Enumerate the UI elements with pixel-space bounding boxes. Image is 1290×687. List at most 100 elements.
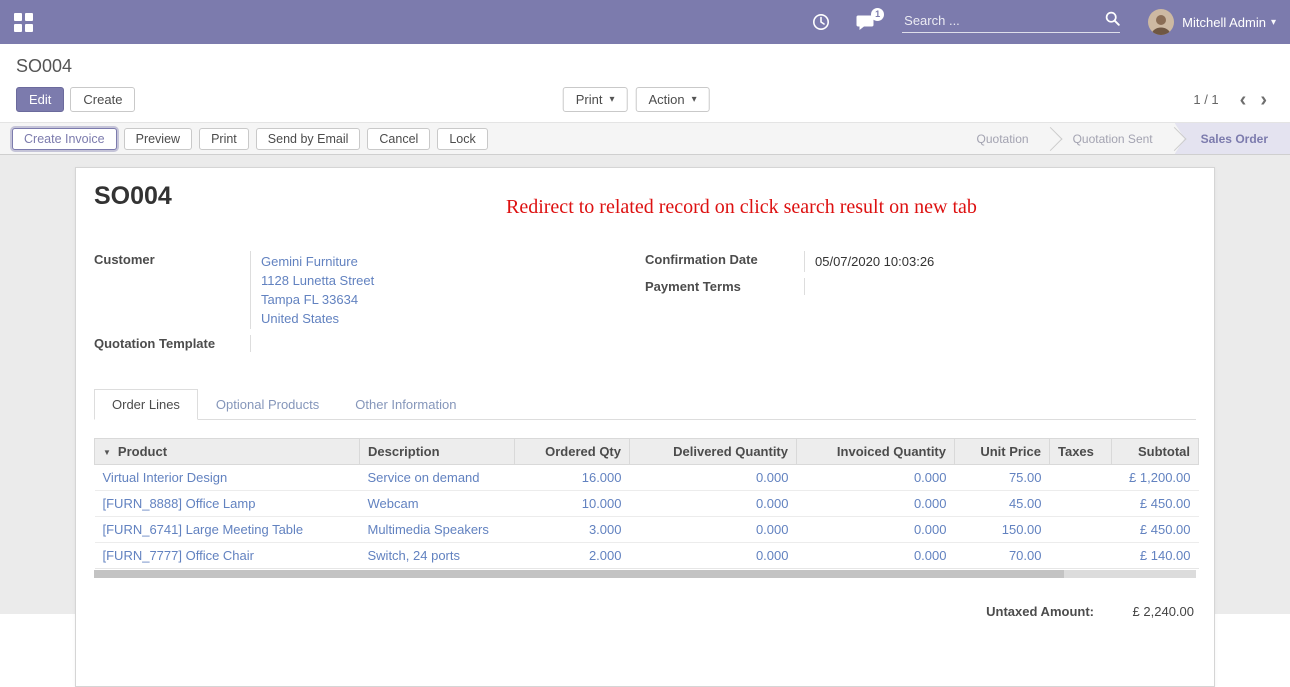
payment-terms-label: Payment Terms (645, 278, 805, 295)
cell-unit-price: 150.00 (955, 517, 1050, 543)
table-row[interactable]: [FURN_8888] Office Lamp Webcam 10.000 0.… (95, 491, 1199, 517)
totals-section: Untaxed Amount: £ 2,240.00 (94, 604, 1196, 619)
tab-other-information[interactable]: Other Information (337, 389, 474, 420)
pager-previous-icon[interactable]: ‹ (1233, 90, 1254, 110)
customer-value[interactable]: Gemini Furniture 1128 Lunetta Street Tam… (251, 251, 374, 329)
pager-counter: 1 / 1 (1193, 92, 1218, 107)
cell-description: Multimedia Speakers (360, 517, 515, 543)
column-header-unit-price[interactable]: Unit Price (955, 439, 1050, 465)
print-button[interactable]: Print (199, 128, 249, 150)
messages-badge: 1 (871, 8, 884, 21)
user-name: Mitchell Admin (1182, 15, 1266, 30)
scrollbar-thumb[interactable] (94, 570, 1064, 578)
cell-ordered-qty: 10.000 (515, 491, 630, 517)
state-sales-order[interactable]: Sales Order (1175, 123, 1290, 154)
cell-subtotal: £ 1,200.00 (1112, 465, 1199, 491)
chevron-down-icon: ▾ (609, 94, 614, 105)
cell-unit-price: 45.00 (955, 491, 1050, 517)
preview-button[interactable]: Preview (124, 128, 192, 150)
column-header-product[interactable]: ▼Product (95, 439, 360, 465)
cell-product: [FURN_8888] Office Lamp (95, 491, 360, 517)
create-button[interactable]: Create (70, 87, 135, 112)
cell-unit-price: 75.00 (955, 465, 1050, 491)
action-dropdown-button[interactable]: Action▾ (635, 87, 709, 112)
cell-description: Webcam (360, 491, 515, 517)
cell-ordered-qty: 3.000 (515, 517, 630, 543)
column-header-invoiced-quantity[interactable]: Invoiced Quantity (797, 439, 955, 465)
main-content: SO004 Redirect to related record on clic… (0, 155, 1290, 614)
cell-taxes (1050, 465, 1112, 491)
page-title: SO004 (16, 56, 72, 76)
column-header-description[interactable]: Description (360, 439, 515, 465)
cell-taxes (1050, 491, 1112, 517)
sale-order-sheet: SO004 Redirect to related record on clic… (75, 167, 1215, 687)
order-lines-table: ▼Product Description Ordered Qty Deliver… (94, 438, 1199, 569)
sort-caret-icon: ▼ (103, 448, 111, 457)
cancel-button[interactable]: Cancel (367, 128, 430, 150)
cell-subtotal: £ 140.00 (1112, 543, 1199, 569)
chevron-down-icon: ▾ (692, 94, 697, 105)
cell-description: Switch, 24 ports (360, 543, 515, 569)
cell-invoiced-qty: 0.000 (797, 491, 955, 517)
control-panel: Edit Create Print▾ Action▾ 1 / 1 ‹ › (0, 79, 1290, 122)
quotation-template-label: Quotation Template (94, 335, 251, 352)
cell-product: Virtual Interior Design (95, 465, 360, 491)
lock-button[interactable]: Lock (437, 128, 487, 150)
column-header-subtotal[interactable]: Subtotal (1112, 439, 1199, 465)
cell-subtotal: £ 450.00 (1112, 491, 1199, 517)
cell-invoiced-qty: 0.000 (797, 517, 955, 543)
table-row[interactable]: [FURN_6741] Large Meeting Table Multimed… (95, 517, 1199, 543)
customer-label: Customer (94, 251, 251, 329)
pager-next-icon[interactable]: › (1253, 90, 1274, 110)
top-navbar: 1 Mitchell Admin ▾ (0, 0, 1290, 44)
table-row[interactable]: Virtual Interior Design Service on deman… (95, 465, 1199, 491)
create-invoice-button[interactable]: Create Invoice (12, 128, 117, 150)
send-by-email-button[interactable]: Send by Email (256, 128, 361, 150)
status-pipeline: Quotation Quotation Sent Sales Order (955, 123, 1290, 154)
confirmation-date-label: Confirmation Date (645, 251, 805, 272)
state-quotation[interactable]: Quotation (955, 123, 1051, 154)
cell-delivered-qty: 0.000 (630, 491, 797, 517)
table-horizontal-scrollbar (94, 570, 1196, 578)
breadcrumb: SO004 (0, 44, 1290, 79)
tab-order-lines[interactable]: Order Lines (94, 389, 198, 420)
annotation-text: Redirect to related record on click sear… (506, 196, 977, 219)
tab-optional-products[interactable]: Optional Products (198, 389, 337, 420)
search-input[interactable] (902, 12, 1105, 29)
quotation-template-value (251, 335, 261, 352)
cell-invoiced-qty: 0.000 (797, 543, 955, 569)
cell-product: [FURN_7777] Office Chair (95, 543, 360, 569)
edit-button[interactable]: Edit (16, 87, 64, 112)
state-quotation-sent[interactable]: Quotation Sent (1051, 123, 1175, 154)
cell-delivered-qty: 0.000 (630, 517, 797, 543)
table-row[interactable]: [FURN_7777] Office Chair Switch, 24 port… (95, 543, 1199, 569)
search-icon[interactable] (1105, 11, 1120, 29)
notebook-tabs: Order Lines Optional Products Other Info… (94, 388, 1196, 420)
user-menu[interactable]: Mitchell Admin ▾ (1148, 9, 1276, 35)
cell-delivered-qty: 0.000 (630, 543, 797, 569)
cell-ordered-qty: 2.000 (515, 543, 630, 569)
global-search (902, 11, 1120, 33)
print-dropdown-button[interactable]: Print▾ (563, 87, 628, 112)
cell-delivered-qty: 0.000 (630, 465, 797, 491)
avatar (1148, 9, 1174, 35)
cell-description: Service on demand (360, 465, 515, 491)
cell-taxes (1050, 543, 1112, 569)
activities-clock-icon[interactable] (812, 13, 830, 31)
column-header-ordered-qty[interactable]: Ordered Qty (515, 439, 630, 465)
cell-subtotal: £ 450.00 (1112, 517, 1199, 543)
user-caret-icon: ▾ (1271, 17, 1276, 28)
cell-ordered-qty: 16.000 (515, 465, 630, 491)
column-header-delivered-quantity[interactable]: Delivered Quantity (630, 439, 797, 465)
field-area: Customer Gemini Furniture 1128 Lunetta S… (94, 251, 1196, 358)
apps-menu-icon[interactable] (14, 13, 33, 32)
payment-terms-value (805, 278, 815, 295)
cell-taxes (1050, 517, 1112, 543)
cell-unit-price: 70.00 (955, 543, 1050, 569)
table-header-row: ▼Product Description Ordered Qty Deliver… (95, 439, 1199, 465)
untaxed-amount-label: Untaxed Amount: (986, 604, 1094, 619)
confirmation-date-value: 05/07/2020 10:03:26 (805, 251, 934, 272)
statusbar: Create Invoice Preview Print Send by Ema… (0, 122, 1290, 155)
column-header-taxes[interactable]: Taxes (1050, 439, 1112, 465)
messages-icon[interactable]: 1 (856, 14, 876, 31)
